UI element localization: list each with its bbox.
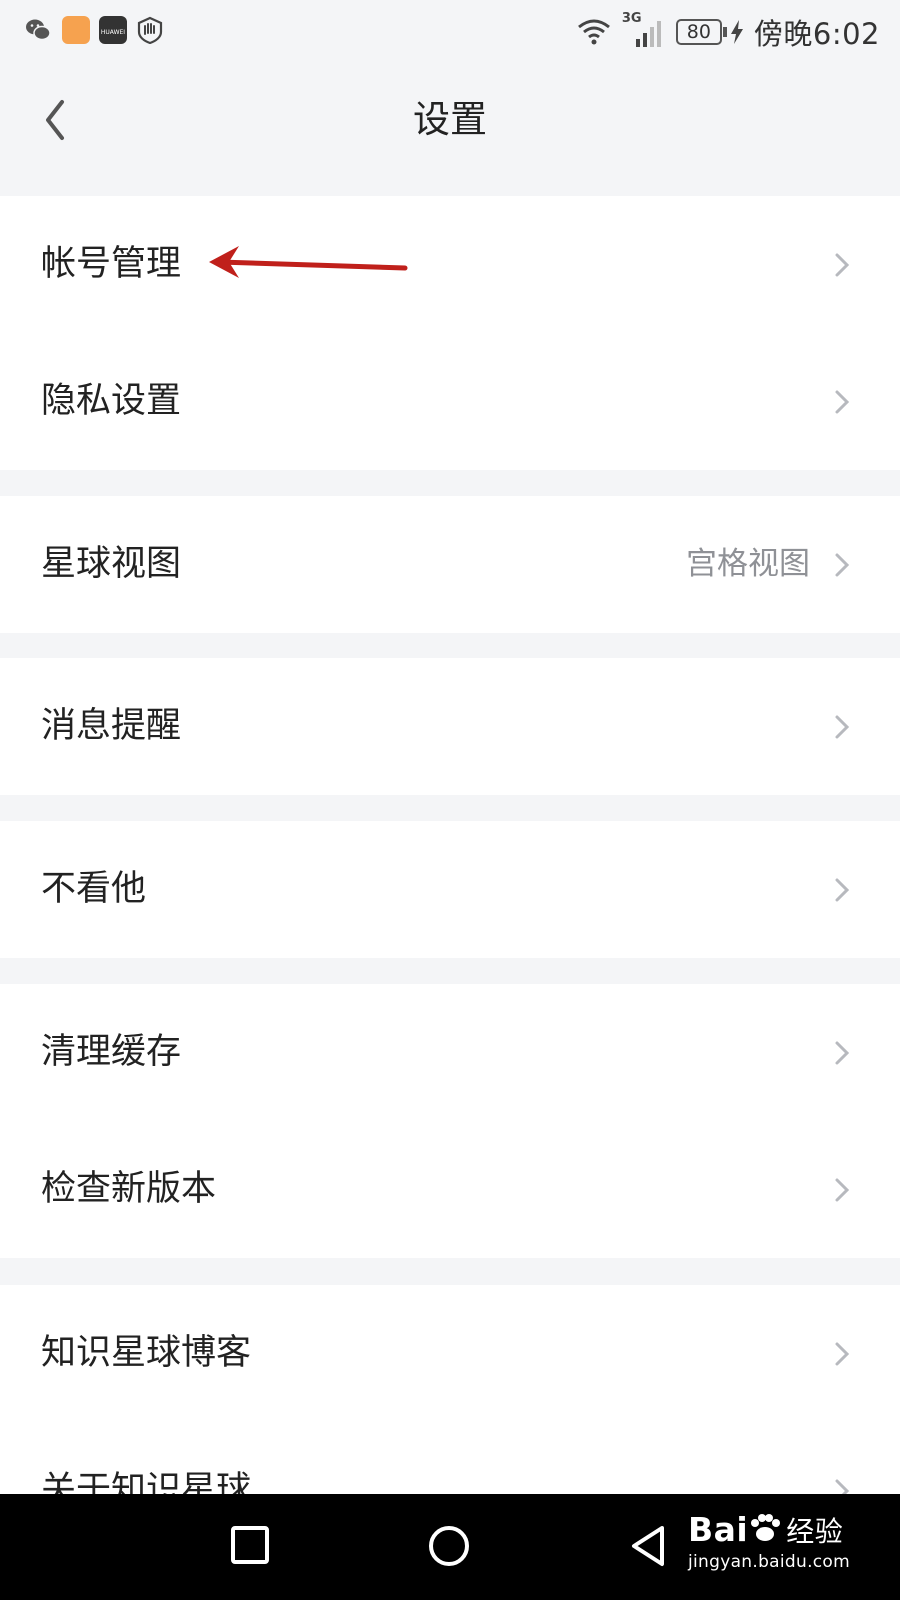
system-nav-bar: Bai 经验 jingyan.baidu.com	[0, 1494, 900, 1600]
settings-section-block: 不看他	[0, 821, 900, 958]
paw-icon	[751, 1514, 781, 1541]
settings-section-notify: 消息提醒	[0, 658, 900, 795]
settings-item-label: 帐号管理	[41, 244, 182, 284]
chevron-right-icon	[835, 390, 850, 414]
huawei-store-icon: HUAWEI	[99, 16, 127, 44]
watermark-url: jingyan.baidu.com	[688, 1552, 850, 1572]
chevron-right-icon	[835, 715, 850, 739]
watermark-suffix: 经验	[786, 1515, 844, 1548]
status-bar: HUAWEI 3G 80 傍晚6:02	[0, 0, 900, 62]
settings-item-about[interactable]: 关于知识星球	[0, 1422, 900, 1494]
settings-section-about: 知识星球博客 关于知识星球	[0, 1285, 900, 1494]
settings-item-hide-user[interactable]: 不看他	[0, 821, 900, 958]
settings-item-label: 清理缓存	[41, 1032, 182, 1072]
chevron-right-icon	[835, 253, 850, 277]
status-right: 3G 80 傍晚6:02	[576, 10, 880, 54]
annotation-arrow-icon	[209, 246, 408, 278]
watermark-brand-text: Bai	[688, 1510, 749, 1549]
chevron-right-icon	[835, 1479, 850, 1494]
settings-item-value: 宫格视图	[686, 546, 810, 582]
wifi-icon	[577, 19, 610, 45]
chevron-right-icon	[835, 878, 850, 902]
chevron-right-icon	[835, 1342, 850, 1366]
settings-item-clear-cache[interactable]: 清理缓存	[0, 984, 900, 1121]
signal-3g-icon: 3G	[622, 11, 666, 49]
settings-item-label: 关于知识星球	[41, 1470, 252, 1494]
settings-item-label: 知识星球博客	[41, 1333, 252, 1373]
settings-section-maintenance: 清理缓存 检查新版本	[0, 984, 900, 1258]
chevron-right-icon	[835, 553, 850, 577]
chevron-right-icon	[835, 1041, 850, 1065]
settings-section-account: 帐号管理 隐私设置	[0, 196, 900, 470]
status-time: 傍晚6:02	[753, 17, 880, 51]
battery-level: 80	[675, 19, 722, 45]
settings-section-view: 星球视图 宫格视图	[0, 496, 900, 633]
settings-item-notifications[interactable]: 消息提醒	[0, 658, 900, 795]
settings-item-planet-view[interactable]: 星球视图 宫格视图	[0, 496, 900, 633]
chevron-right-icon	[835, 1178, 850, 1202]
settings-item-check-update[interactable]: 检查新版本	[0, 1121, 900, 1258]
settings-item-label: 隐私设置	[41, 381, 182, 421]
settings-item-blog[interactable]: 知识星球博客	[0, 1285, 900, 1422]
settings-item-label: 检查新版本	[41, 1169, 217, 1209]
settings-item-label: 星球视图	[41, 544, 182, 584]
hand-shield-icon	[137, 16, 163, 44]
wechat-icon	[26, 19, 51, 41]
store-icon-text: HUAWEI	[100, 29, 126, 36]
settings-item-account[interactable]: 帐号管理	[0, 196, 900, 333]
battery-icon: 80	[675, 19, 744, 45]
settings-item-privacy[interactable]: 隐私设置	[0, 333, 900, 470]
settings-item-label: 不看他	[41, 869, 147, 909]
charging-bolt-icon	[730, 20, 743, 44]
settings-item-label: 消息提醒	[41, 706, 182, 746]
page-title: 设置	[413, 98, 487, 141]
note-app-icon	[62, 16, 90, 44]
nav-header: 设置	[0, 62, 900, 194]
home-circle-icon[interactable]	[427, 1524, 471, 1568]
recents-square-icon[interactable]	[230, 1524, 270, 1566]
back-triangle-icon[interactable]	[628, 1524, 668, 1568]
watermark-brand: Bai 经验	[688, 1510, 850, 1550]
baidu-watermark: Bai 经验 jingyan.baidu.com	[688, 1510, 850, 1572]
